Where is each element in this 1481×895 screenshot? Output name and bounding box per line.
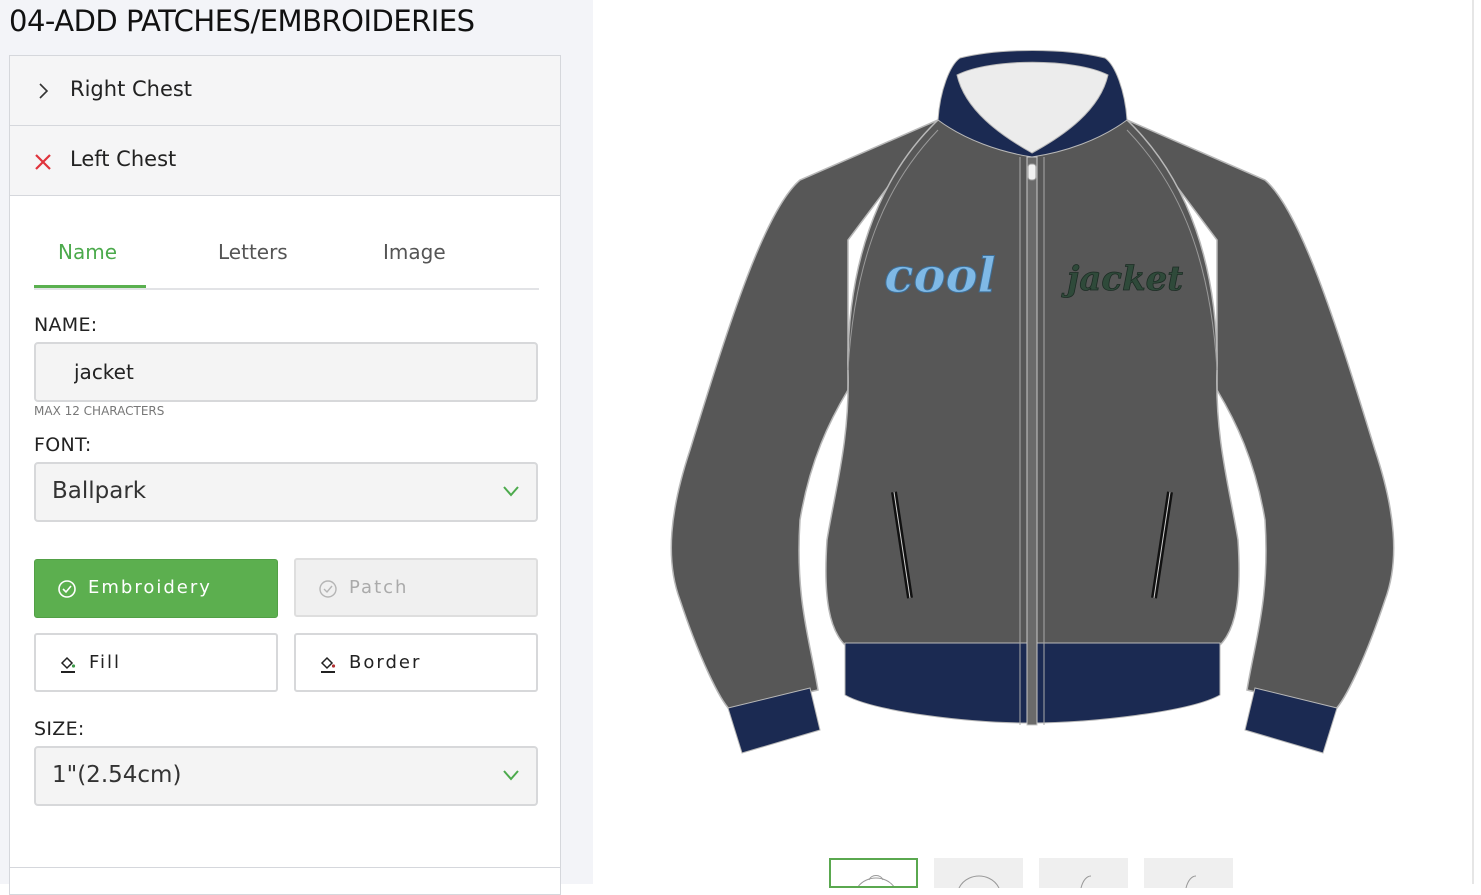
chevron-down-icon (503, 486, 519, 497)
close-icon[interactable] (32, 150, 54, 172)
accordion-item-label: Left Chest (70, 147, 177, 171)
paint-bucket-icon (320, 656, 336, 673)
jacket-front-thumb-icon (857, 875, 895, 886)
size-select-value: 1"(2.54cm) (52, 762, 182, 788)
accordion-item-left-chest[interactable]: Left Chest (10, 126, 560, 196)
placement-accordion: Right Chest Left Chest Name Letters Imag… (9, 55, 561, 895)
left-chest-embroidery[interactable]: cool (884, 248, 997, 305)
jacket-drawing (670, 50, 1395, 754)
patch-button-label: Patch (349, 577, 409, 598)
name-input[interactable] (34, 342, 538, 402)
check-circle-icon (58, 580, 76, 598)
size-select[interactable]: 1"(2.54cm) (34, 746, 538, 806)
font-select[interactable]: Ballpark (34, 462, 538, 522)
paint-bucket-icon (60, 656, 76, 673)
border-color-button[interactable]: Border (294, 633, 538, 692)
check-circle-icon (319, 580, 337, 598)
zipper (1026, 156, 1038, 726)
chevron-down-icon (503, 770, 519, 781)
tab-name[interactable]: Name (58, 240, 117, 264)
right-chest-embroidery[interactable]: jacket (1061, 259, 1184, 300)
jacket-preview: cool jacket (670, 50, 1395, 754)
embroidery-button-label: Embroidery (88, 577, 212, 598)
tab-image[interactable]: Image (383, 240, 446, 264)
fill-color-button[interactable]: Fill (34, 633, 278, 692)
option-tabs: Name Letters Image (34, 220, 539, 290)
tab-letters[interactable]: Letters (218, 240, 288, 264)
size-label: SIZE: (34, 718, 85, 740)
accordion-item-label: Right Chest (70, 77, 193, 101)
zipper-pull (1027, 163, 1037, 181)
left-chest-options: Name Letters Image NAME: MAX 12 CHARACTE… (10, 196, 560, 886)
chevron-right-icon (39, 83, 49, 99)
jacket-back-thumb-icon (958, 875, 1000, 888)
patch-button[interactable]: Patch (294, 558, 538, 617)
scrollbar-track[interactable] (1472, 0, 1474, 884)
font-label: FONT: (34, 434, 92, 456)
section-title: 04-ADD PATCHES/EMBROIDERIES (9, 4, 475, 38)
customizer-panel: 04-ADD PATCHES/EMBROIDERIES Right Chest … (0, 0, 593, 895)
embroidery-button[interactable]: Embroidery (34, 559, 278, 618)
jacket-right-sleeve-thumb-icon (1185, 875, 1197, 888)
fill-button-label: Fill (89, 652, 122, 673)
jacket-left-sleeve-thumb-icon (1080, 875, 1092, 888)
divider (10, 867, 560, 868)
accordion-item-right-chest[interactable]: Right Chest (10, 56, 560, 126)
border-button-label: Border (349, 652, 422, 673)
font-select-value: Ballpark (52, 478, 147, 504)
name-label: NAME: (34, 314, 98, 336)
name-hint: MAX 12 CHARACTERS (34, 404, 165, 418)
active-tab-indicator (34, 285, 146, 288)
